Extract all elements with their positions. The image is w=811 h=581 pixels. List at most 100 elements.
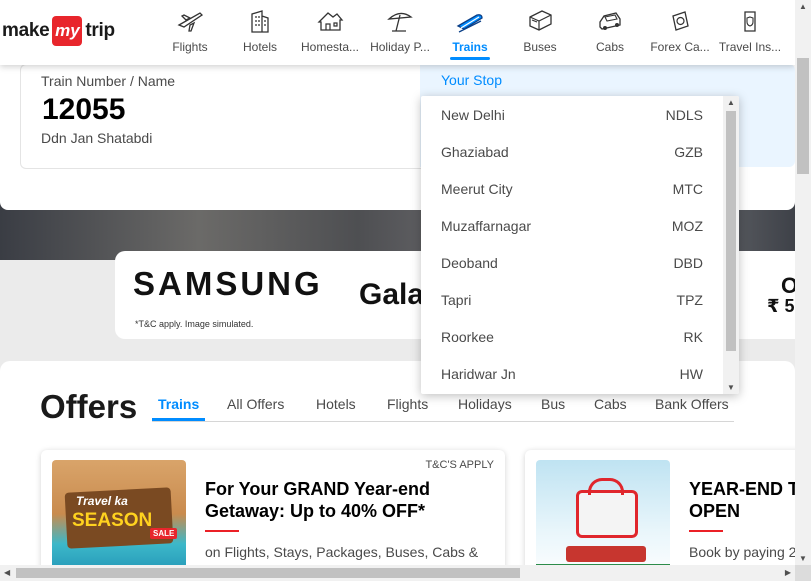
stop-option[interactable]: Deoband DBD [421, 244, 723, 281]
nav-label: Forex Ca... [650, 40, 710, 54]
flight-icon [177, 12, 204, 32]
stop-code: HW [679, 365, 703, 382]
stop-name: Roorkee [441, 328, 494, 345]
makemytrip-logo[interactable]: make my trip [2, 16, 115, 46]
stop-code: DBD [673, 254, 703, 271]
scroll-right-icon[interactable]: ▶ [785, 568, 791, 577]
offer-headline: YEAR-END T OPEN [689, 479, 800, 521]
page-scroll-thumb[interactable] [797, 58, 809, 174]
stop-code: MTC [672, 180, 703, 197]
scroll-up-icon[interactable]: ▲ [727, 98, 735, 107]
nav-item-holiday-packages[interactable]: Holiday P... [364, 8, 436, 58]
stop-name: Tapri [441, 291, 472, 308]
nav-item-homestays[interactable]: Homesta... [294, 8, 366, 58]
banner-brand: SAMSUNG [133, 265, 323, 302]
offer-image: Travel ka SEASON SALE [52, 460, 186, 580]
tab-bus[interactable]: Bus [541, 396, 565, 412]
nav-label: Homesta... [300, 40, 360, 54]
offer-divider [689, 530, 723, 532]
offer-image-text: Travel ka [76, 494, 128, 508]
offers-title: Offers [40, 388, 138, 425]
sale-badge: SALE [150, 528, 178, 539]
stop-code: RK [683, 328, 703, 345]
bus-icon [529, 10, 552, 31]
stop-option[interactable]: Roorkee RK [421, 318, 723, 355]
page-hscroll-thumb[interactable] [16, 568, 520, 578]
hotel-icon [251, 10, 269, 33]
stop-option[interactable]: Muzaffarnagar MOZ [421, 207, 723, 244]
stop-code: TPZ [676, 291, 703, 308]
scroll-left-icon[interactable]: ◀ [4, 568, 10, 577]
top-navigation: make my trip Flights Hotels Homesta... H… [0, 0, 795, 65]
tab-holidays[interactable]: Holidays [458, 396, 512, 412]
tab-cabs[interactable]: Cabs [594, 396, 627, 412]
nav-label: Buses [523, 40, 557, 54]
scroll-down-icon[interactable]: ▼ [727, 383, 735, 392]
tab-all-offers[interactable]: All Offers [227, 396, 284, 412]
logo-trip: trip [85, 20, 115, 41]
banner-product: Gala [359, 278, 425, 311]
tab-flights[interactable]: Flights [387, 396, 428, 412]
forex-icon [672, 11, 689, 31]
nav-label: Hotels [242, 40, 277, 54]
nav-item-trains[interactable]: Trains [434, 8, 506, 60]
page-horizontal-scrollbar[interactable]: ◀ ▶ [0, 565, 795, 581]
banner-fine-print: *T&C apply. Image simulated. [135, 319, 254, 329]
scroll-down-icon[interactable]: ▼ [799, 554, 807, 563]
nav-item-cabs[interactable]: Cabs [574, 8, 646, 58]
train-number-value: 12055 [42, 93, 126, 126]
nav-label: Flights [172, 40, 208, 54]
dropdown-scroll-thumb[interactable] [726, 111, 736, 351]
offer-divider [205, 530, 239, 532]
stop-code: MOZ [671, 217, 703, 234]
nav-label: Trains [452, 40, 488, 54]
nav-item-travel-insurance[interactable]: Travel Ins... [714, 8, 786, 58]
nav-item-forex-card[interactable]: Forex Ca... [644, 8, 716, 58]
stop-dropdown[interactable]: New Delhi NDLS Ghaziabad GZB Meerut City… [421, 96, 739, 394]
stop-name: Haridwar Jn [441, 365, 516, 382]
holiday-icon [387, 12, 413, 32]
train-icon [456, 14, 483, 33]
tab-trains[interactable]: Trains [151, 396, 206, 421]
logo-make: make [2, 20, 50, 41]
offers-tabs: Trains All Offers Hotels Flights Holiday… [151, 393, 734, 422]
tab-bank-offers[interactable]: Bank Offers [655, 396, 729, 412]
scrollbar-corner [795, 565, 811, 581]
scroll-up-icon[interactable]: ▲ [799, 2, 807, 11]
nav-label: Travel Ins... [718, 40, 782, 54]
stop-code: GZB [674, 143, 703, 160]
train-number-caption: Train Number / Name [41, 73, 176, 89]
offer-card[interactable]: Travel ka SEASON SALE T&C'S APPLY For Yo… [41, 450, 505, 580]
offer-image-season: SEASON [72, 510, 153, 531]
your-stop-caption: Your Stop [441, 72, 502, 88]
stop-name: New Delhi [441, 106, 505, 123]
stop-code: NDLS [665, 106, 703, 123]
homestay-icon [317, 12, 344, 31]
stop-option[interactable]: New Delhi NDLS [421, 96, 723, 133]
insurance-icon [744, 11, 756, 32]
dropdown-scrollbar[interactable]: ▲ ▼ [723, 96, 739, 394]
stop-name: Deoband [441, 254, 498, 271]
nav-label: Cabs [595, 40, 624, 54]
stop-name: Meerut City [441, 180, 513, 197]
stop-option[interactable]: Ghaziabad GZB [421, 133, 723, 170]
offer-headline: For Your GRAND Year-end Getaway: Up to 4… [205, 479, 431, 521]
stop-option[interactable]: Tapri TPZ [421, 281, 723, 318]
banner-price: ₹ 5 [767, 296, 795, 316]
nav-item-buses[interactable]: Buses [504, 8, 576, 58]
offers-section: Offers Trains All Offers Hotels Flights … [0, 361, 811, 581]
stop-option[interactable]: Haridwar Jn HW [421, 355, 723, 392]
stop-name: Ghaziabad [441, 143, 509, 160]
train-number-field[interactable]: Train Number / Name 12055 Ddn Jan Shatab… [20, 64, 421, 169]
nav-item-flights[interactable]: Flights [154, 8, 226, 58]
stop-option[interactable]: Meerut City MTC [421, 170, 723, 207]
logo-my: my [52, 16, 83, 46]
tc-apply-label: T&C'S APPLY [425, 459, 494, 471]
page-vertical-scrollbar[interactable]: ▲ ▼ [795, 0, 811, 565]
train-name-value: Ddn Jan Shatabdi [41, 130, 153, 146]
offer-image [536, 460, 670, 580]
cab-icon [599, 12, 621, 30]
offer-card[interactable]: YEAR-END T OPEN Book by paying 2 book fa… [525, 450, 811, 580]
tab-hotels[interactable]: Hotels [316, 396, 356, 412]
nav-item-hotels[interactable]: Hotels [224, 8, 296, 58]
